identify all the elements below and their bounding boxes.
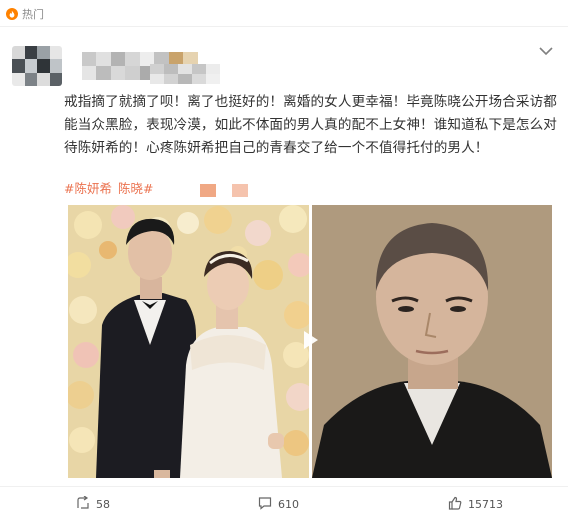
fire-icon	[6, 8, 18, 20]
divider	[0, 26, 568, 27]
divider	[0, 486, 568, 487]
action-bar: 58 610 15713	[0, 492, 568, 516]
post-text: 戒指摘了就摘了呗！离了也挺好的！离婚的女人更幸福！毕竟陈晓公开场合采访都能当众黑…	[64, 94, 557, 156]
like-count: 15713	[468, 497, 503, 511]
hot-label: 热门	[22, 8, 44, 21]
topic-tag[interactable]: 陈晓#	[118, 178, 153, 197]
portrait-photo[interactable]	[312, 205, 552, 478]
repost-count: 58	[96, 497, 110, 511]
chevron-down-icon[interactable]	[538, 42, 554, 56]
like-button[interactable]: 15713	[448, 496, 503, 513]
thumbs-up-icon	[448, 496, 462, 513]
redacted-marks	[200, 184, 248, 197]
post-meta	[150, 64, 220, 84]
comment-button[interactable]: 610	[258, 496, 299, 513]
comment-count: 610	[278, 497, 299, 511]
wedding-photo[interactable]	[68, 205, 309, 478]
topic-tags: #陈妍希 陈晓#	[64, 178, 153, 197]
topic-tag[interactable]: #陈妍希	[64, 178, 112, 197]
comment-icon	[258, 496, 272, 513]
repost-button[interactable]: 58	[76, 495, 110, 513]
hot-header: 热门	[6, 6, 44, 22]
avatar[interactable]	[12, 46, 62, 86]
play-icon[interactable]	[296, 327, 322, 353]
repost-icon	[76, 495, 90, 513]
